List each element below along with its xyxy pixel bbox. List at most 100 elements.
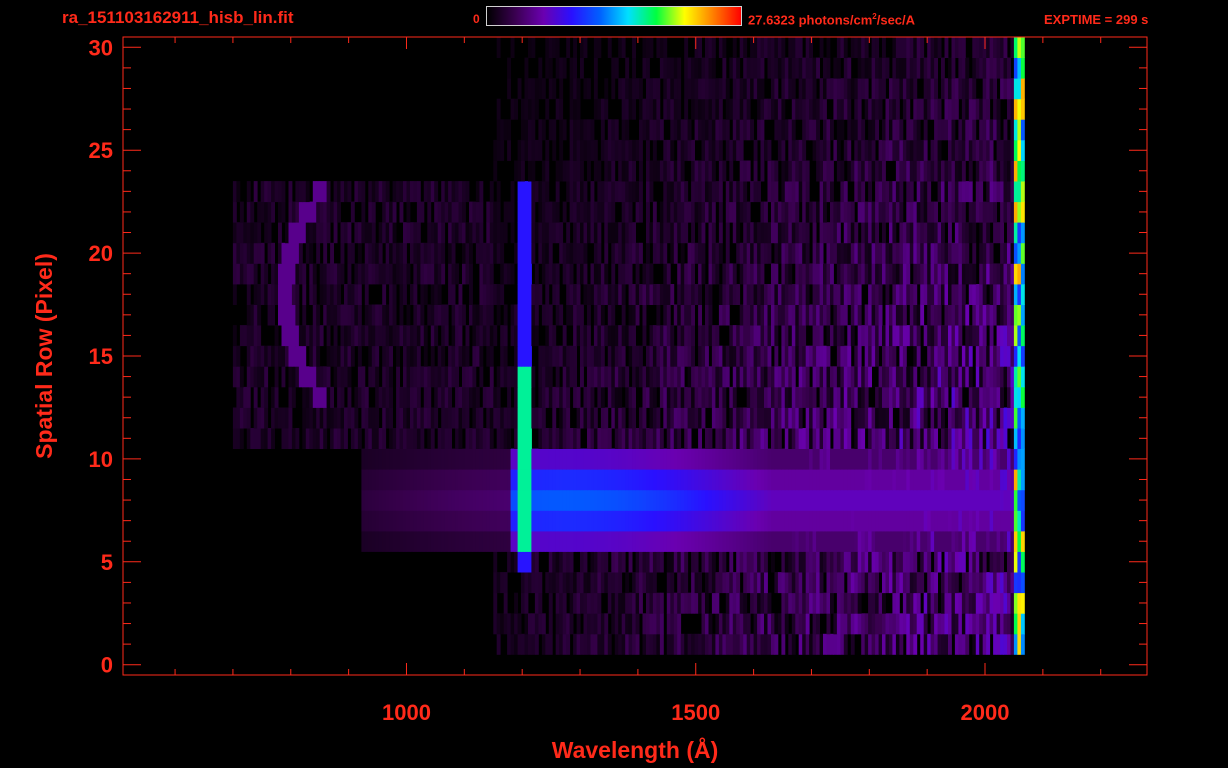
heatmap-cell: [819, 633, 824, 655]
heatmap-cell: [774, 448, 779, 470]
heatmap-cell: [302, 407, 307, 429]
heatmap-cell: [847, 386, 852, 408]
heatmap-cell: [319, 366, 324, 388]
heatmap-cell: [684, 592, 689, 614]
heatmap-cell: [927, 325, 932, 347]
heatmap-cell: [298, 222, 303, 244]
heatmap-cell: [337, 386, 341, 408]
heatmap-cell: [680, 304, 685, 326]
heatmap-cell: [902, 57, 907, 79]
heatmap-cell: [507, 407, 511, 429]
heatmap-cell: [472, 530, 477, 552]
heatmap-cell: [326, 386, 331, 408]
heatmap-cell: [937, 510, 942, 532]
heatmap-cell: [725, 469, 730, 491]
heatmap-cell: [823, 139, 827, 161]
heatmap-cell: [441, 530, 446, 552]
heatmap-cell: [944, 386, 949, 408]
heatmap-cell: [757, 448, 761, 470]
heatmap-cell: [680, 181, 685, 203]
heatmap-cell: [711, 263, 716, 285]
heatmap-cell: [843, 37, 848, 58]
heatmap-cell: [319, 222, 324, 244]
heatmap-cell: [902, 469, 907, 491]
heatmap-cell: [906, 37, 911, 58]
heatmap-cell: [691, 551, 695, 573]
heatmap-cell: [764, 222, 768, 244]
heatmap-cell: [673, 304, 678, 326]
heatmap-cell: [475, 242, 480, 264]
heatmap-cell: [1003, 139, 1008, 161]
heatmap-cell: [816, 57, 820, 79]
heatmap-cell: [656, 160, 661, 182]
heatmap-cell: [281, 304, 286, 326]
heatmap-cell: [614, 469, 619, 491]
heatmap-cell: [986, 160, 991, 182]
heatmap-cell: [750, 181, 754, 203]
heatmap-cell: [982, 201, 987, 223]
heatmap-cell: [1013, 57, 1018, 79]
heatmap-cell: [1000, 345, 1004, 367]
heatmap-cell: [784, 428, 789, 449]
heatmap-cell: [840, 633, 845, 655]
heatmap-cell: [805, 633, 810, 655]
heatmap-cell: [531, 551, 536, 573]
heatmap-cell: [524, 448, 529, 470]
heatmap-cell: [611, 222, 616, 244]
heatmap-cell: [909, 222, 914, 244]
heatmap-cell: [607, 284, 612, 305]
heatmap-cell: [920, 448, 925, 470]
heatmap-cell: [330, 345, 334, 367]
heatmap-cell: [916, 160, 921, 182]
heatmap-cell: [548, 222, 553, 244]
heatmap-cell: [541, 222, 546, 244]
heatmap-cell: [1020, 325, 1025, 347]
heatmap-cell: [371, 366, 376, 388]
heatmap-cell: [621, 592, 626, 614]
heatmap-cell: [632, 572, 636, 594]
heatmap-cell: [670, 57, 675, 79]
heatmap-cell: [555, 386, 560, 408]
heatmap-cell: [1010, 37, 1015, 58]
heatmap-cell: [923, 551, 928, 573]
heatmap-cell: [878, 201, 883, 223]
heatmap-cell: [802, 325, 807, 347]
heatmap-cell: [760, 572, 765, 594]
heatmap-cell: [701, 139, 706, 161]
heatmap-cell: [1010, 551, 1015, 573]
heatmap-cell: [923, 407, 928, 429]
heatmap-cell: [764, 633, 768, 655]
heatmap-cell: [705, 489, 709, 511]
heatmap-cell: [784, 551, 789, 573]
heatmap-cell: [982, 407, 987, 429]
heatmap-cell: [836, 201, 841, 223]
heatmap-cell: [479, 448, 484, 470]
heatmap-cell: [548, 572, 553, 594]
heatmap-cell: [798, 325, 803, 347]
heatmap-cell: [941, 448, 945, 470]
heatmap-cell: [920, 181, 925, 203]
heatmap-cell: [246, 304, 251, 326]
heatmap-cell: [298, 263, 303, 285]
heatmap-cell: [725, 201, 730, 223]
heatmap-cell: [941, 325, 945, 347]
heatmap-cell: [746, 572, 751, 594]
heatmap-cell: [420, 489, 425, 511]
heatmap-cell: [937, 530, 942, 552]
heatmap-cell: [743, 181, 748, 203]
heatmap-cell: [902, 613, 907, 635]
heatmap-cell: [271, 407, 275, 429]
heatmap-cell: [514, 160, 518, 182]
heatmap-cell: [576, 284, 581, 305]
heatmap-cell: [538, 448, 543, 470]
heatmap-cell: [392, 530, 397, 552]
heatmap-cell: [239, 386, 244, 408]
heatmap-cell: [593, 57, 598, 79]
heatmap-cell: [562, 119, 567, 141]
heatmap-cell: [583, 592, 588, 614]
heatmap-cell: [1000, 613, 1004, 635]
heatmap-cell: [944, 37, 949, 58]
heatmap-cell: [757, 325, 761, 347]
heatmap-cell: [451, 284, 456, 305]
heatmap-cell: [791, 386, 796, 408]
